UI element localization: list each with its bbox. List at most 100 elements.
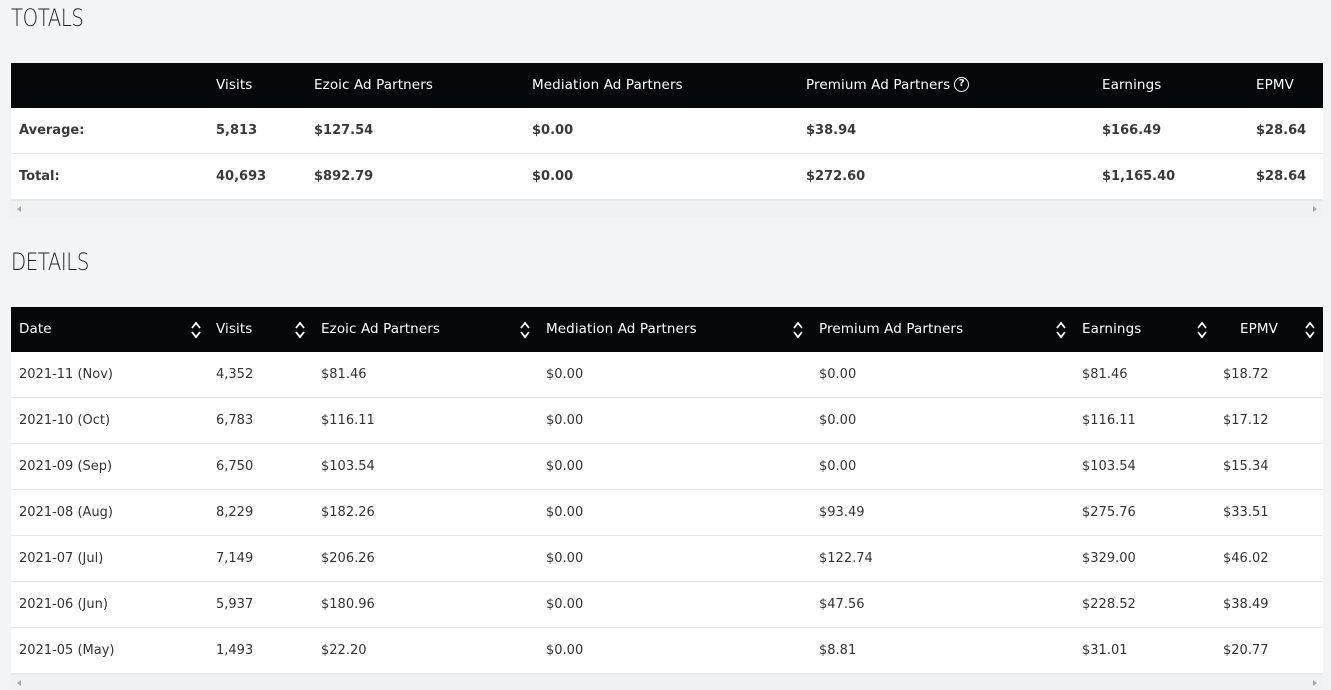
cell-visits: 4,352 [216, 367, 254, 382]
cell-earnings: $116.11 [1082, 413, 1136, 428]
header-premium-ad-partners[interactable]: Premium Ad Partners [819, 307, 963, 352]
header-ezoic-ad-partners[interactable]: Ezoic Ad Partners [321, 307, 440, 352]
cell-premium-ad-partners: $93.49 [819, 505, 865, 520]
details-horizontal-scrollbar[interactable] [11, 674, 1323, 690]
details-header-row: Date Visits Ezoic Ad Partners Mediation Ad … [11, 307, 1323, 352]
cell-earnings: $1,165.40 [1102, 169, 1176, 184]
table-row: 2021-11 (Nov) 4,352 $81.46 $0.00 $0.00 $81.46… [11, 352, 1323, 398]
cell-visits: 6,783 [216, 413, 254, 428]
scroll-right-icon[interactable] [1313, 680, 1317, 686]
cell-earnings: $103.54 [1082, 459, 1136, 474]
header-label: Earnings [1102, 77, 1162, 93]
cell-ezoic-ad-partners: $182.26 [321, 505, 375, 520]
cell-premium-ad-partners: $272.60 [806, 169, 866, 184]
cell-ezoic-ad-partners: $180.96 [321, 597, 375, 612]
scroll-left-icon[interactable] [17, 680, 21, 686]
cell-premium-ad-partners: $8.81 [819, 643, 857, 658]
table-row: 2021-08 (Aug) 8,229 $182.26 $0.00 $93.49 $275… [11, 490, 1323, 536]
header-label: Ezoic Ad Partners [314, 77, 433, 93]
details-title: DETAILS [11, 248, 89, 276]
table-row: 2021-06 (Jun) 5,937 $180.96 $0.00 $47.56 $228… [11, 582, 1323, 628]
cell-epmv: $33.51 [1223, 505, 1269, 520]
table-row: 2021-09 (Sep) 6,750 $103.54 $0.00 $0.00 $103.… [11, 444, 1323, 490]
scroll-left-icon[interactable] [17, 206, 21, 212]
cell-earnings: $31.01 [1082, 643, 1128, 658]
cell-visits: 6,750 [216, 459, 254, 474]
cell-date: Total: [19, 169, 60, 184]
cell-ezoic-ad-partners: $892.79 [314, 169, 374, 184]
sort-updown-icon[interactable] [1056, 320, 1066, 340]
cell-ezoic-ad-partners: $206.26 [321, 551, 375, 566]
cell-date: Average: [19, 123, 85, 138]
details-table: Date Visits Ezoic Ad Partners Mediation Ad … [11, 307, 1323, 690]
table-row: 2021-07 (Jul) 7,149 $206.26 $0.00 $122.74 $32… [11, 536, 1323, 582]
totals-table: Visits Ezoic Ad Partners Mediation Ad Part… [11, 63, 1323, 217]
details-body: 2021-11 (Nov) 4,352 $81.46 $0.00 $0.00 $81.46… [11, 352, 1323, 674]
totals-body: Average: 5,813 $127.54 $0.00 $38.94 $166.49 $2… [11, 108, 1323, 200]
header-mediation-ad-partners[interactable]: Mediation Ad Partners [546, 307, 697, 352]
cell-mediation-ad-partners: $0.00 [546, 413, 584, 428]
cell-visits: 5,813 [216, 123, 258, 138]
cell-epmv: $28.64 [1256, 169, 1307, 184]
cell-premium-ad-partners: $0.00 [819, 413, 857, 428]
cell-date: 2021-08 (Aug) [19, 505, 113, 520]
cell-visits: 1,493 [216, 643, 254, 658]
cell-date: 2021-11 (Nov) [19, 367, 113, 382]
cell-mediation-ad-partners: $0.00 [546, 597, 584, 612]
cell-date: 2021-09 (Sep) [19, 459, 113, 474]
cell-ezoic-ad-partners: $127.54 [314, 123, 374, 138]
header-epmv: EPMV [1256, 63, 1294, 108]
header-label: Premium Ad Partners [806, 77, 951, 93]
cell-mediation-ad-partners: $0.00 [532, 169, 574, 184]
header-earnings[interactable]: Earnings [1082, 307, 1141, 352]
cell-earnings: $81.46 [1082, 367, 1128, 382]
totals-header-row: Visits Ezoic Ad Partners Mediation Ad Part… [11, 63, 1323, 108]
cell-date: 2021-07 (Jul) [19, 551, 104, 566]
sort-updown-icon[interactable] [1305, 320, 1315, 340]
header-visits[interactable]: Visits [216, 307, 252, 352]
cell-visits: 40,693 [216, 169, 267, 184]
cell-date: 2021-05 (May) [19, 643, 115, 658]
totals-row-average: Average: 5,813 $127.54 $0.00 $38.94 $166.49 $2… [11, 108, 1323, 154]
cell-mediation-ad-partners: $0.00 [546, 459, 584, 474]
totals-horizontal-scrollbar[interactable] [11, 200, 1323, 217]
cell-premium-ad-partners: $0.00 [819, 459, 857, 474]
sort-updown-icon[interactable] [191, 320, 201, 340]
cell-mediation-ad-partners: $0.00 [546, 367, 584, 382]
cell-date: 2021-10 (Oct) [19, 413, 111, 428]
table-row: 2021-10 (Oct) 6,783 $116.11 $0.00 $0.00 $116.… [11, 398, 1323, 444]
sort-updown-icon[interactable] [520, 320, 530, 340]
header-ezoic-ad-partners: Ezoic Ad Partners [314, 63, 433, 108]
header-date[interactable]: Date [19, 307, 52, 352]
header-mediation-ad-partners: Mediation Ad Partners [532, 63, 683, 108]
cell-visits: 8,229 [216, 505, 254, 520]
question-circle-icon[interactable]: ? [954, 76, 970, 92]
cell-earnings: $329.00 [1082, 551, 1136, 566]
cell-visits: 5,937 [216, 597, 254, 612]
header-premium-ad-partners: Premium Ad Partners? [806, 63, 970, 108]
cell-epmv: $17.12 [1223, 413, 1269, 428]
cell-epmv: $18.72 [1223, 367, 1269, 382]
cell-epmv: $28.64 [1256, 123, 1307, 138]
cell-earnings: $228.52 [1082, 597, 1136, 612]
sort-updown-icon[interactable] [295, 320, 305, 340]
scroll-right-icon[interactable] [1313, 206, 1317, 212]
sort-updown-icon[interactable] [1197, 320, 1207, 340]
cell-epmv: $20.77 [1223, 643, 1269, 658]
header-label: Visits [216, 77, 253, 93]
cell-mediation-ad-partners: $0.00 [546, 551, 584, 566]
cell-ezoic-ad-partners: $22.20 [321, 643, 367, 658]
table-row: 2021-05 (May) 1,493 $22.20 $0.00 $8.81 $31.01… [11, 628, 1323, 674]
cell-earnings: $275.76 [1082, 505, 1136, 520]
sort-updown-icon[interactable] [793, 320, 803, 340]
cell-epmv: $38.49 [1223, 597, 1269, 612]
cell-epmv: $46.02 [1223, 551, 1269, 566]
cell-visits: 7,149 [216, 551, 254, 566]
cell-premium-ad-partners: $0.00 [819, 367, 857, 382]
cell-premium-ad-partners: $47.56 [819, 597, 865, 612]
cell-ezoic-ad-partners: $103.54 [321, 459, 375, 474]
header-epmv[interactable]: EPMV [1240, 307, 1278, 352]
cell-epmv: $15.34 [1223, 459, 1269, 474]
totals-title: TOTALS [11, 4, 84, 32]
cell-mediation-ad-partners: $0.00 [532, 123, 574, 138]
